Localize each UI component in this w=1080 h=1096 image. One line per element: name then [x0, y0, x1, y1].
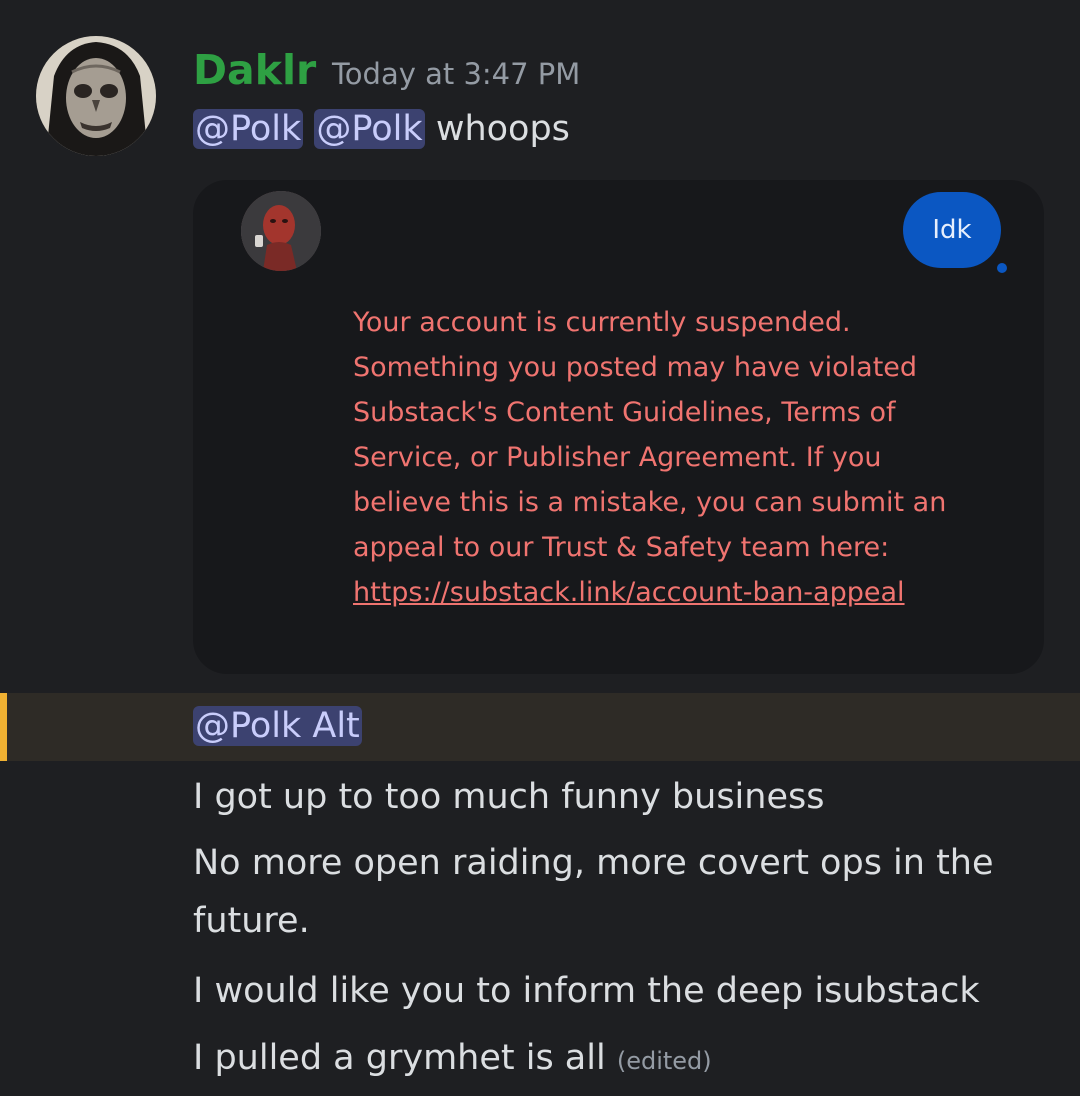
zombie-face-avatar-icon [36, 36, 156, 156]
notice-line: believe this is a mistake, you can submi… [353, 487, 947, 518]
image-attachment[interactable]: Idk Your account is currently suspended.… [193, 180, 1044, 674]
notice-line: appeal to our Trust & Safety team here: [353, 532, 890, 563]
user-mention[interactable]: @Polk [193, 109, 304, 149]
mention-highlight-bar [0, 693, 7, 761]
message-content: @Polk @Polk whoops [193, 102, 570, 156]
message-line: I got up to too much funny business [193, 777, 825, 817]
message-line: No more open raiding, more covert ops in… [193, 843, 994, 883]
author-avatar[interactable] [36, 36, 156, 156]
notice-line: Your account is currently suspended. [353, 307, 851, 338]
user-mention[interactable]: @Polk [314, 109, 425, 149]
appeal-link: https://substack.link/account-ban-appeal [353, 577, 905, 608]
message-line: I would like you to inform the deep isub… [193, 971, 980, 1011]
user-mention[interactable]: @Polk Alt [193, 706, 362, 746]
message-line: future. [193, 901, 310, 941]
message-line-edited: I pulled a grymhet is all (edited) [193, 1031, 712, 1088]
mention-line: @Polk Alt [193, 699, 362, 753]
message-text: whoops [435, 109, 570, 149]
author-name[interactable]: Daklr [193, 44, 316, 96]
notice-line: Substack's Content Guidelines, Terms of [353, 397, 896, 428]
mention-highlight-row [0, 693, 1080, 761]
embed-avatar [241, 191, 321, 271]
notice-line: Service, or Publisher Agreement. If you [353, 442, 882, 473]
reply-bubble: Idk [903, 192, 1001, 268]
message-text: I pulled a grymhet is all [193, 1038, 606, 1078]
edited-label: (edited) [616, 1047, 712, 1075]
suspension-notice: Your account is currently suspended. Som… [353, 300, 1013, 615]
bubble-dot-icon [997, 263, 1007, 273]
notice-line: Something you posted may have violated [353, 352, 918, 383]
red-face-avatar-icon [241, 191, 321, 271]
message-timestamp: Today at 3:47 PM [332, 57, 581, 91]
